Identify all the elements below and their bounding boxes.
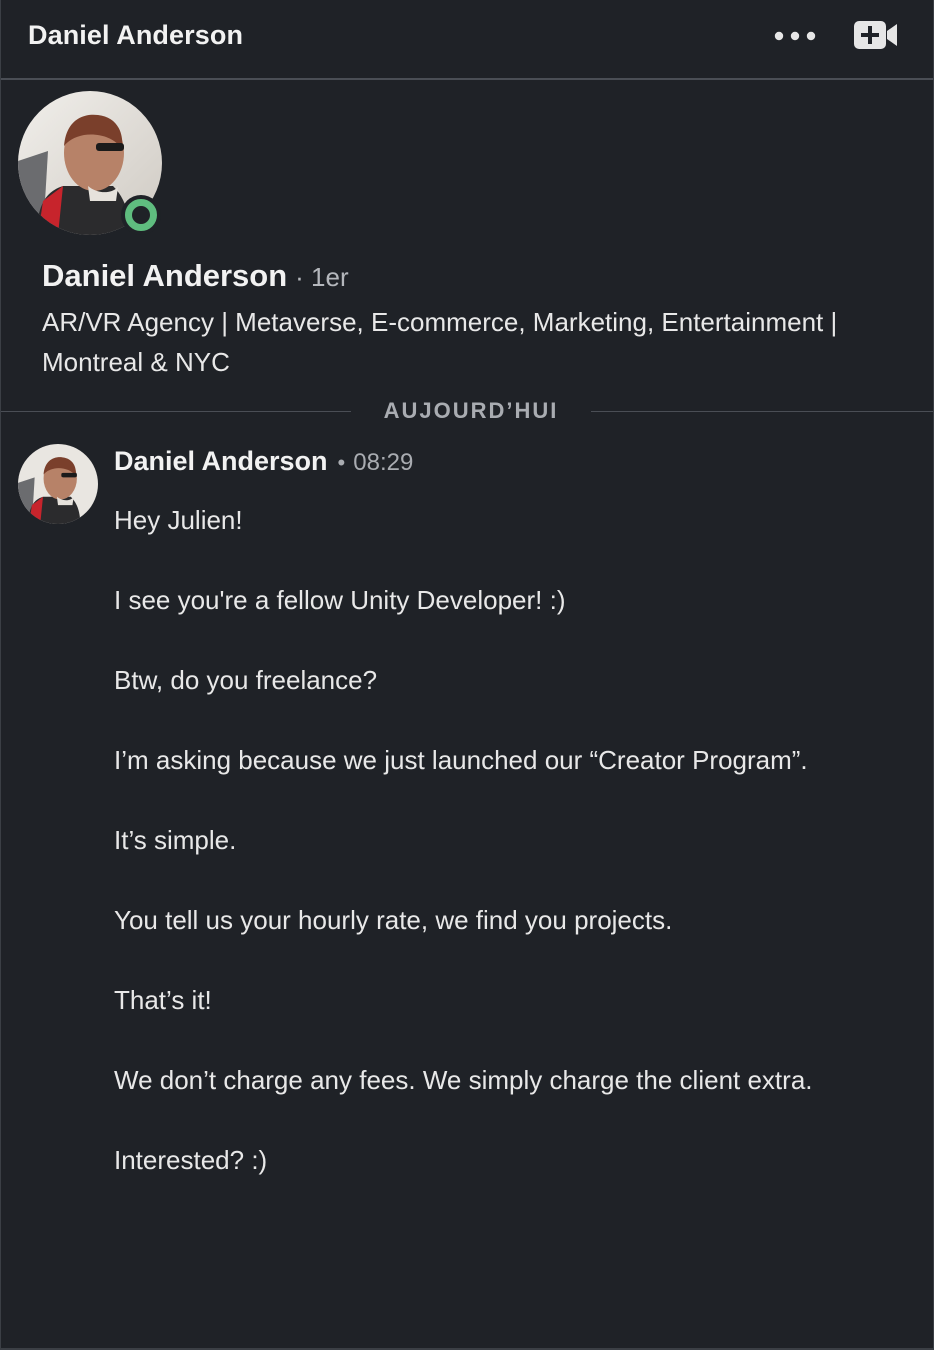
date-divider-label: AUJOURD’HUI (383, 398, 559, 423)
message-paragraph: It’s simple. (114, 825, 237, 855)
message-paragraph: Hey Julien! (114, 505, 243, 535)
message-paragraph: We don’t charge any fees. We simply char… (114, 1065, 813, 1095)
message-paragraph: Btw, do you freelance? (114, 665, 378, 695)
profile-headline: AR/VR Agency | Metaverse, E-commerce, Ma… (42, 307, 838, 377)
message-sender-name[interactable]: Daniel Anderson (114, 446, 328, 477)
conversation-header: Daniel Anderson (1, 0, 933, 80)
message-body: Hey Julien! I see you're a fellow Unity … (114, 500, 874, 1220)
conversation-title[interactable]: Daniel Anderson (28, 20, 243, 51)
message-header: Daniel Anderson • 08:29 (114, 446, 413, 477)
video-call-button[interactable] (847, 14, 905, 56)
divider-line (591, 411, 933, 412)
message-separator: • (337, 450, 346, 475)
more-horizontal-icon (774, 31, 816, 41)
connection-degree: · 1er (295, 262, 349, 292)
message-paragraph: That’s it! (114, 985, 212, 1015)
date-divider: AUJOURD’HUI (1, 396, 933, 428)
message-paragraph: You tell us your hourly rate, we find yo… (114, 905, 673, 935)
video-call-icon (854, 21, 897, 49)
more-options-button[interactable] (767, 20, 823, 52)
profile-name-row: Daniel Anderson · 1er (42, 258, 349, 294)
message-timestamp: 08:29 (353, 449, 414, 476)
online-status-badge (121, 195, 161, 235)
online-status-icon (125, 199, 157, 231)
message-paragraph: I’m asking because we just launched our … (114, 745, 808, 775)
message-sender-avatar[interactable] (18, 444, 98, 524)
divider-line (1, 411, 351, 412)
message-paragraph: Interested? :) (114, 1145, 268, 1175)
message-paragraph: I see you're a fellow Unity Developer! :… (114, 585, 566, 615)
profile-name[interactable]: Daniel Anderson (42, 258, 287, 294)
conversation-panel: Daniel Anderson Daniel Anderson · 1er AR… (0, 0, 934, 1350)
